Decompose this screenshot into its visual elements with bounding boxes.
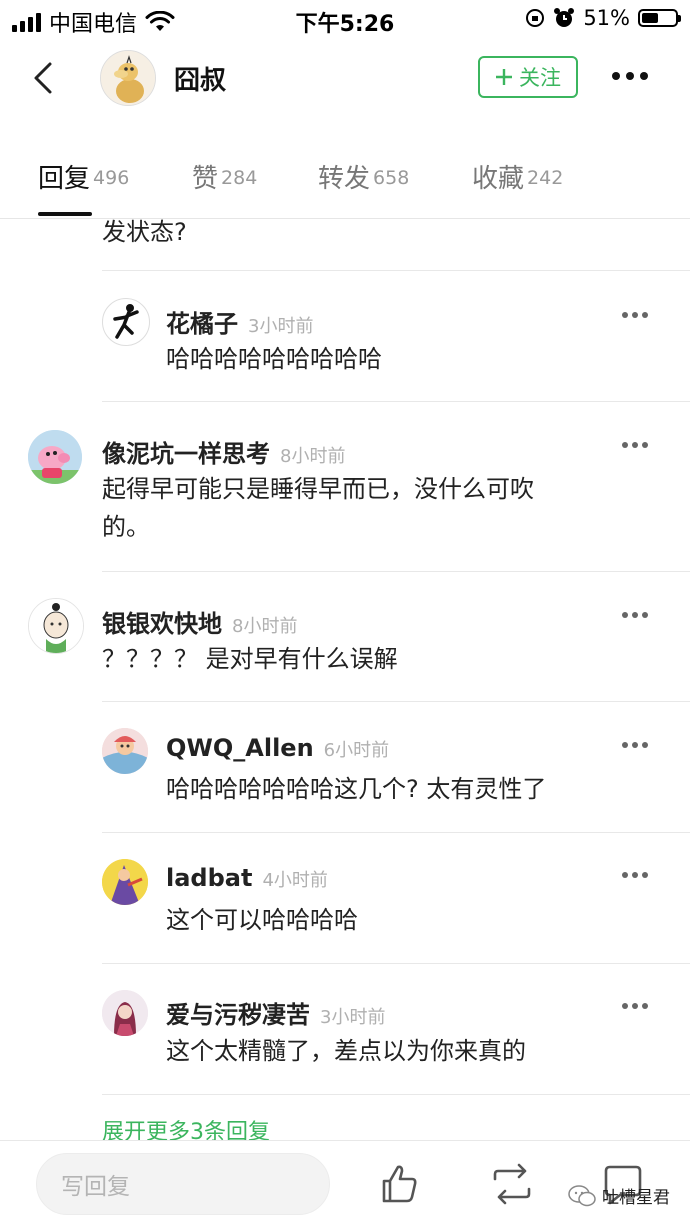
avatar[interactable] xyxy=(102,728,148,774)
tab-count: 242 xyxy=(527,167,564,189)
tab-label: 收藏 xyxy=(472,164,525,194)
comment-text-fragment: 发状态? xyxy=(102,218,187,246)
divider xyxy=(102,963,690,964)
more-icon[interactable] xyxy=(622,310,652,320)
comment-author[interactable]: 花橘子 xyxy=(166,310,238,338)
tab-count: 496 xyxy=(93,167,130,189)
repost-icon[interactable] xyxy=(487,1159,537,1209)
comment-text: ？？？？ 是对早有什么误解 xyxy=(102,645,398,673)
watermark-label: 吐槽星君 xyxy=(602,1188,670,1208)
comment-author[interactable]: QWQ_Allen xyxy=(166,734,314,762)
alarm-icon xyxy=(554,8,575,27)
battery-percent: 51% xyxy=(583,6,630,30)
comment-time: 4小时前 xyxy=(262,870,328,891)
more-icon[interactable] xyxy=(622,440,652,450)
comment-text: 这个可以哈哈哈哈 xyxy=(166,906,358,934)
plus-icon xyxy=(496,69,512,85)
more-icon[interactable] xyxy=(622,610,652,620)
active-tab-indicator xyxy=(38,212,92,216)
back-arrow-icon[interactable] xyxy=(26,58,66,98)
divider xyxy=(102,701,690,702)
tab-replies[interactable]: 回复 496 xyxy=(38,158,129,195)
avatar[interactable] xyxy=(102,990,148,1036)
divider xyxy=(102,571,690,572)
tab-count: 658 xyxy=(373,167,410,189)
more-options-icon[interactable] xyxy=(612,66,658,86)
comment-time: 3小时前 xyxy=(320,1007,386,1028)
page-title: 囧叔 xyxy=(174,66,227,96)
avatar[interactable] xyxy=(102,298,150,346)
comment-author[interactable]: 像泥坑一样思考 xyxy=(102,440,270,468)
comment-text-line: 起得早可能只是睡得早而已，没什么可吹 xyxy=(102,475,534,503)
comment-text: 哈哈哈哈哈哈哈这几个? 太有灵性了 xyxy=(166,775,547,803)
avatar[interactable] xyxy=(28,430,82,484)
tab-reposts[interactable]: 转发 658 xyxy=(318,158,409,195)
comment-text: 这个太精髓了，差点以为你来真的 xyxy=(166,1037,526,1065)
thumbs-up-icon[interactable] xyxy=(374,1159,424,1209)
tab-label: 赞 xyxy=(192,164,219,194)
orientation-lock-icon xyxy=(526,9,545,27)
wechat-icon xyxy=(568,1184,596,1206)
follow-button[interactable]: 关注 xyxy=(478,56,578,98)
reply-input[interactable]: 写回复 xyxy=(36,1153,330,1215)
expand-replies-link[interactable]: 展开更多3条回复 xyxy=(102,1114,270,1140)
comment-text-line: 的。 xyxy=(102,513,150,541)
status-bar: 中国电信 下午5:26 51% xyxy=(0,0,690,40)
comment-time: 6小时前 xyxy=(323,740,390,761)
tab-count: 284 xyxy=(221,167,258,189)
tab-label: 回复 xyxy=(38,164,91,194)
comment-author[interactable]: ladbat xyxy=(166,864,252,892)
battery-icon xyxy=(638,9,681,27)
divider xyxy=(102,1094,690,1095)
tab-bar: 回复 496 赞 284 转发 658 收藏 242 xyxy=(0,150,690,219)
divider xyxy=(102,401,690,402)
comment-time: 8小时前 xyxy=(232,616,298,637)
divider xyxy=(102,832,690,833)
tab-label: 转发 xyxy=(318,164,371,194)
avatar[interactable] xyxy=(100,50,156,106)
comment-text: 哈哈哈哈哈哈哈哈哈 xyxy=(166,345,382,373)
reply-placeholder: 写回复 xyxy=(61,1174,130,1200)
more-icon[interactable] xyxy=(622,870,652,880)
header: 囧叔 关注 xyxy=(0,40,690,120)
more-icon[interactable] xyxy=(622,1001,652,1011)
watermark: 吐槽星君 xyxy=(568,1183,670,1208)
tab-favorites[interactable]: 收藏 242 xyxy=(472,158,563,195)
avatar[interactable] xyxy=(28,598,84,654)
comment-author[interactable]: 银银欢快地 xyxy=(102,610,222,638)
comment-author[interactable]: 爱与污秽凄苦 xyxy=(166,1001,310,1029)
more-icon[interactable] xyxy=(622,740,652,750)
avatar[interactable] xyxy=(102,859,148,905)
divider xyxy=(102,270,690,271)
comment-time: 8小时前 xyxy=(280,446,346,467)
bottom-action-bar: 写回复 吐槽星君 xyxy=(0,1140,690,1228)
tab-likes[interactable]: 赞 284 xyxy=(192,158,257,195)
comment-list: 发状态? 花橘子 3小时前 哈哈哈哈哈哈哈哈哈 像泥坑一样思考 8小时前 起得早… xyxy=(0,218,690,1140)
comment-time: 3小时前 xyxy=(248,316,314,337)
follow-label: 关注 xyxy=(519,66,561,90)
